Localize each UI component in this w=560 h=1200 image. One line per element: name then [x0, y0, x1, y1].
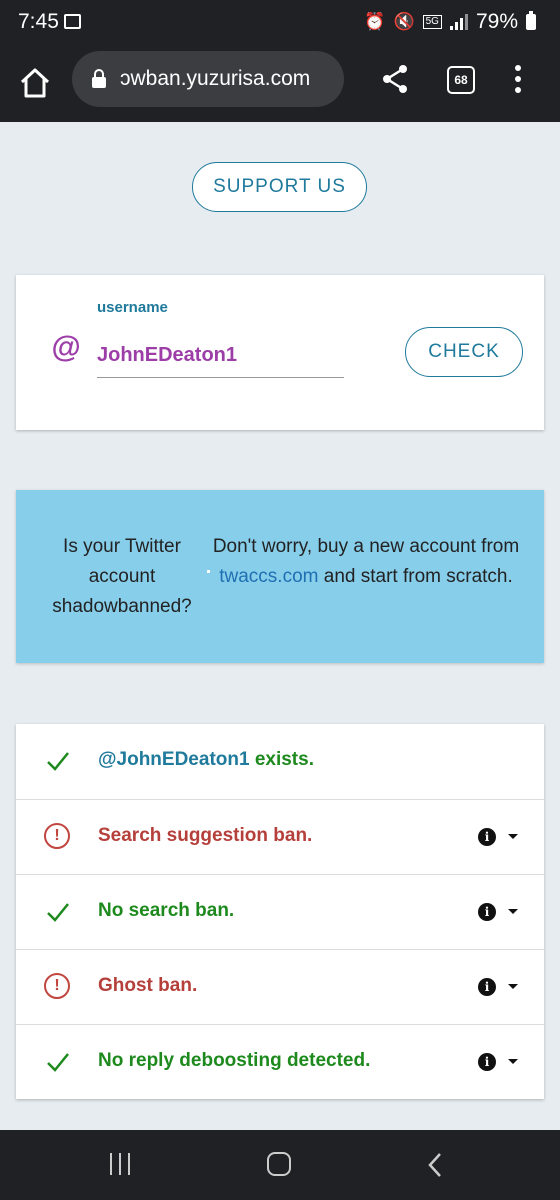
check-icon	[47, 903, 69, 922]
result-row-search-suggestion[interactable]: ! Search suggestion ban. i	[16, 799, 544, 875]
at-symbol: @	[51, 331, 81, 364]
signal-icon	[449, 14, 468, 30]
result-message: exists.	[249, 749, 314, 770]
ad-right-suffix: and start from scratch.	[318, 566, 513, 587]
system-nav-bar	[0, 1130, 560, 1200]
share-icon[interactable]	[381, 64, 409, 94]
check-button[interactable]: CHECK	[405, 327, 523, 377]
username-input[interactable]	[97, 333, 344, 378]
status-icons: ⏰ 🔇 5G 79%	[364, 10, 536, 34]
image-notification-icon	[64, 14, 81, 29]
support-us-button[interactable]: SUPPORT US	[192, 162, 367, 212]
results-card: @JohnEDeaton1 exists. ! Search suggestio…	[16, 724, 544, 1099]
info-icon[interactable]: i	[478, 828, 496, 846]
result-text: No search ban.	[98, 900, 235, 921]
result-row-ghost-ban[interactable]: ! Ghost ban. i	[16, 949, 544, 1025]
result-row-exists: @JohnEDeaton1 exists.	[16, 724, 544, 799]
more-icon[interactable]	[513, 65, 523, 95]
ad-right-text: Don't worry, buy a new account from twac…	[212, 532, 520, 592]
back-icon[interactable]	[424, 1152, 448, 1178]
battery-icon	[526, 11, 536, 30]
username-card: @ username CHECK	[16, 275, 544, 430]
network-type: 5G	[422, 15, 442, 29]
warning-icon: !	[44, 973, 70, 999]
ad-left-text: Is your Twitter account shadowbanned?	[52, 536, 192, 617]
result-text: No reply deboosting detected.	[98, 1050, 371, 1071]
url-text: ɔwban.yuzurisa.com	[120, 67, 311, 90]
status-bar: 7:45 ⏰ 🔇 5G 79%	[0, 0, 560, 44]
chevron-down-icon[interactable]	[508, 1059, 518, 1064]
tab-switcher-button[interactable]: 68	[447, 66, 475, 94]
home-button-icon[interactable]	[267, 1152, 291, 1176]
battery-percent: 79%	[475, 10, 518, 33]
info-icon[interactable]: i	[478, 978, 496, 996]
ad-separator	[207, 570, 210, 573]
check-icon	[47, 752, 69, 771]
status-time: 7:45	[18, 10, 59, 33]
chevron-down-icon[interactable]	[508, 834, 518, 839]
result-text: Search suggestion ban.	[98, 825, 313, 846]
info-icon[interactable]: i	[478, 903, 496, 921]
check-icon	[47, 1053, 69, 1072]
warning-icon: !	[44, 823, 70, 849]
ad-banner[interactable]: Is your Twitter account shadowbanned? Do…	[16, 490, 544, 663]
result-text: @JohnEDeaton1 exists.	[98, 749, 314, 771]
result-username: @JohnEDeaton1	[98, 749, 250, 770]
mute-icon: 🔇	[393, 12, 415, 31]
chevron-down-icon[interactable]	[508, 984, 518, 989]
recent-apps-icon[interactable]	[110, 1153, 130, 1175]
alarm-icon: ⏰	[364, 12, 386, 31]
lock-icon	[92, 69, 106, 88]
ad-right-prefix: Don't worry, buy a new account from	[212, 536, 520, 557]
address-bar[interactable]: ɔwban.yuzurisa.com	[72, 51, 344, 107]
result-text: Ghost ban.	[98, 975, 198, 996]
result-row-search-ban[interactable]: No search ban. i	[16, 874, 544, 950]
home-icon[interactable]	[18, 66, 52, 100]
browser-toolbar: ɔwban.yuzurisa.com 68	[0, 44, 560, 122]
chevron-down-icon[interactable]	[508, 909, 518, 914]
result-row-reply-deboosting[interactable]: No reply deboosting detected. i	[16, 1024, 544, 1100]
username-label: username	[97, 299, 168, 316]
twaccs-link[interactable]: twaccs.com	[219, 566, 318, 587]
info-icon[interactable]: i	[478, 1053, 496, 1071]
